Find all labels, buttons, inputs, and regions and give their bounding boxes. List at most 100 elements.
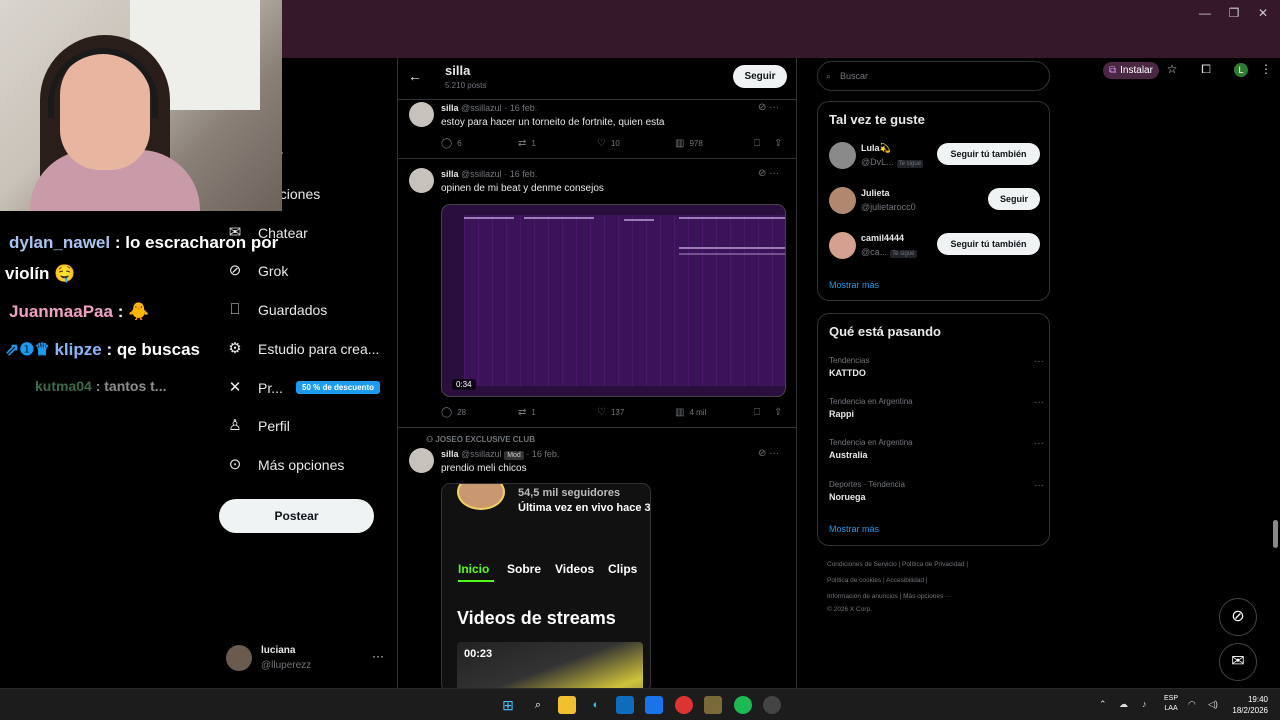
search-input[interactable]: ⌕ Buscar [817, 61, 1050, 91]
daw-piano-roll [464, 215, 785, 386]
chrome-icon[interactable] [675, 696, 693, 714]
wifi-icon[interactable]: ◠ [1188, 699, 1196, 710]
section-title: Videos de streams [457, 608, 616, 628]
page-scrollbar[interactable] [1272, 58, 1280, 688]
premium-discount-badge[interactable]: 50 % de descuento [296, 381, 381, 394]
minecraft-icon[interactable] [704, 696, 722, 714]
footer-links[interactable]: Condiciones de Servicio | Política de Pr… [827, 561, 968, 568]
tweet-text: prendio meli chicos [441, 463, 527, 474]
show-more-link[interactable]: Mostrar más [829, 280, 879, 290]
suggested-user[interactable]: camil4444 @ca... Te sigue Seguir tú tambi… [829, 230, 1044, 262]
retweet-icon: ⇄ [518, 407, 527, 418]
views-button[interactable]: ▥ 4 mil [675, 407, 706, 418]
tweet[interactable]: silla @ssillazul · 16 feb. ⊘ ··· opinen … [398, 159, 796, 428]
chevron-up-icon[interactable]: ⌃ [1099, 699, 1107, 710]
back-arrow-icon[interactable]: ← [408, 68, 422, 84]
footer-links[interactable]: Información de anuncios | Más opciones ·… [827, 593, 952, 600]
tweet[interactable]: silla @ssillazul · 16 feb. ⊘ ··· estoy p… [398, 100, 796, 159]
section-title: Tal vez te guste [829, 112, 925, 127]
network-icon[interactable]: ☁ [1119, 699, 1128, 710]
nav-item-grok[interactable]: ⊘ Grok [226, 259, 289, 283]
chart-icon: ▥ [675, 138, 685, 149]
footer-links[interactable]: Política de cookies | Accesibilidad | [827, 577, 928, 584]
share-button[interactable]: ⇪ [774, 407, 787, 418]
more-icon[interactable]: ··· [1034, 356, 1044, 367]
suggested-user[interactable]: Lula💫 @DvL... Te sigue Seguir tú también [829, 140, 1044, 172]
tweet[interactable]: ⚇ JOSEO EXCLUSIVE CLUB silla @ssillazul … [398, 428, 796, 693]
community-label[interactable]: ⚇ JOSEO EXCLUSIVE CLUB [426, 435, 535, 444]
microphone-icon[interactable]: ♪ [1142, 699, 1147, 709]
star-icon[interactable]: ☆ [1164, 62, 1180, 76]
trend-item[interactable]: Tendencia en Argentina Australia ··· [829, 438, 1044, 460]
follow-button[interactable]: Seguir [988, 188, 1040, 210]
system-clock[interactable]: 19:40 18/2/2026 [1228, 694, 1268, 716]
show-more-link[interactable]: Mostrar más [829, 524, 879, 534]
stream-screenshot[interactable]: 54,5 mil seguidores Última vez en vivo h… [441, 483, 651, 693]
bookmark-button[interactable]: ⎕ [754, 138, 765, 149]
outlook-icon[interactable] [645, 696, 663, 714]
retweet-button[interactable]: ⇄ 1 [518, 138, 536, 149]
search-icon[interactable]: ⌕ [529, 696, 547, 714]
account-switcher[interactable]: luciana @lluperezz ··· [226, 643, 386, 673]
studio-icon: ⚙ [228, 340, 242, 357]
volume-icon[interactable]: ◁) [1208, 699, 1218, 710]
trend-item[interactable]: Tendencias KATTDO ··· [829, 356, 1044, 378]
share-button[interactable]: ⇪ [774, 138, 787, 149]
follow-button[interactable]: Seguir [733, 65, 787, 88]
edge-icon[interactable]: ◐ [587, 696, 605, 714]
nav-item-premium[interactable]: ✕ Pr... [226, 376, 283, 400]
reply-button[interactable]: ◯ 6 [441, 138, 462, 149]
file-explorer-icon[interactable] [558, 696, 576, 714]
avatar[interactable] [409, 448, 434, 473]
follow-back-button[interactable]: Seguir tú también [937, 143, 1040, 165]
restore-icon[interactable]: ❐ [1224, 6, 1244, 20]
nav-item-profile[interactable]: ♙ Perfil [226, 414, 290, 438]
avatar[interactable] [829, 142, 856, 169]
page-title: silla [445, 63, 471, 78]
more-icon[interactable]: ··· [372, 649, 384, 663]
obs-icon[interactable] [763, 696, 781, 714]
avatar[interactable] [829, 187, 856, 214]
grok-icon[interactable]: ⊘ ··· [758, 448, 779, 459]
chat-badges-icon: ⇗❶♛ [5, 340, 50, 359]
bookmark-icon: ⎕ [230, 301, 240, 318]
more-icon[interactable]: ··· [1034, 397, 1044, 408]
suggested-user[interactable]: Julieta @julietarocc0 Seguir [829, 185, 1044, 217]
follow-back-button[interactable]: Seguir tú también [937, 233, 1040, 255]
community-icon: ⚇ [426, 435, 434, 444]
nav-item-bookmarks[interactable]: ⎕ Guardados [226, 298, 327, 322]
views-button[interactable]: ▥ 978 [675, 138, 703, 149]
more-circle-icon: ⊙ [228, 456, 242, 473]
like-button[interactable]: ♡ 10 [597, 138, 620, 149]
minimize-icon[interactable]: — [1195, 6, 1215, 20]
bookmark-button[interactable]: ⎕ [754, 407, 765, 418]
avatar[interactable] [829, 232, 856, 259]
extensions-icon[interactable]: ⧠ [1198, 62, 1214, 77]
like-button[interactable]: ♡ 137 [597, 407, 624, 418]
spotify-icon[interactable] [734, 696, 752, 714]
store-icon[interactable] [616, 696, 634, 714]
windows-start-icon[interactable]: ⊞ [499, 696, 517, 714]
more-icon[interactable]: ··· [1034, 438, 1044, 449]
retweet-button[interactable]: ⇄ 1 [518, 407, 536, 418]
install-app-button[interactable]: ⧉ Instalar [1103, 62, 1159, 79]
avatar[interactable] [409, 168, 434, 193]
post-button[interactable]: Postear [219, 499, 374, 533]
scrollbar-thumb[interactable] [1273, 520, 1278, 548]
chat-message: ⇗❶♛ klipze : qe buscas [5, 340, 200, 359]
nav-item-creator-studio[interactable]: ⚙ Estudio para crea... [226, 337, 379, 361]
messages-fab-icon[interactable]: ✉ [1219, 643, 1257, 681]
nav-item-more[interactable]: ⊙ Más opciones [226, 453, 345, 477]
trend-item[interactable]: Tendencia en Argentina Rappi ··· [829, 397, 1044, 419]
more-icon[interactable]: ··· [1034, 480, 1044, 491]
close-icon[interactable]: ✕ [1253, 6, 1273, 20]
language-indicator[interactable]: ESP LAA [1164, 694, 1178, 714]
avatar[interactable] [409, 102, 434, 127]
grok-icon[interactable]: ⊘ ··· [758, 168, 779, 179]
grok-fab-icon[interactable]: ⊘ [1219, 598, 1257, 636]
trend-item[interactable]: Deportes · Tendencia Noruega ··· [829, 480, 1044, 502]
reply-button[interactable]: ◯ 28 [441, 407, 466, 418]
video-player[interactable]: 0:34 [441, 204, 786, 397]
profile-avatar[interactable]: L [1234, 63, 1248, 77]
grok-icon[interactable]: ⊘ ··· [758, 102, 779, 113]
